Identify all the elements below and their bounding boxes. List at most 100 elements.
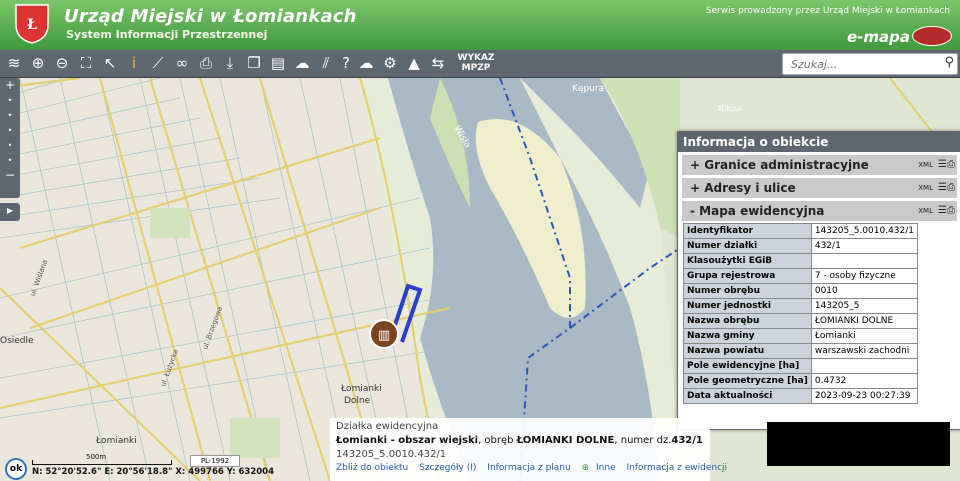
xml-link[interactable]: XML [918,178,933,198]
attr-key: Nazwa obrębu [683,313,812,329]
attr-key: Numer jednostki [683,298,812,314]
zoom-in-icon[interactable]: ⊕ [28,53,48,73]
settings-icon[interactable]: ⚙ [380,53,400,73]
attr-key: Grupa rejestrowa [683,268,812,284]
map-label-nikisa: Nikisa [718,104,743,113]
details-link[interactable]: Szczegóły (I) [419,463,476,473]
plus-circle-icon[interactable]: ⊕ [582,463,590,473]
parcel-number: 432/1 [671,435,703,446]
print-icon[interactable]: ⎙ [196,53,216,73]
section-granice[interactable]: + Granice administracyjne XML ☰⎙ [682,155,957,175]
app-header: Ł Urząd Miejski w Łomiankach System Info… [0,0,960,50]
search-input[interactable] [789,54,933,74]
attr-value: 2023-09-23 00:27:39 [810,388,919,404]
zoom-out-icon[interactable]: ⊖ [52,53,72,73]
table-row: Klasoużytki EGiB [683,253,919,269]
section-label: Mapa ewidencyjna [699,204,825,218]
attr-value: Łomianki [810,328,919,344]
precinct-name: ŁOMIANKI DOLNE [516,435,615,446]
table-row: Nazwa powiatu warszawski zachodni [683,343,919,359]
municipality-name: Łomianki - obszar wiejski [336,435,479,446]
zoom-level-dot[interactable]: • [0,153,20,168]
attr-value: ŁOMIANKI DOLNE [810,313,919,329]
zoom-out-button[interactable]: − [0,168,20,183]
info-icon[interactable]: i [124,53,144,73]
xml-link[interactable]: XML [918,155,933,175]
table-row: Identyfikator 143205_5.0010.432/1 [683,223,919,239]
copy-icon[interactable]: ❐ [244,53,264,73]
attr-key: Data aktualności [683,388,812,404]
list-print-icon[interactable]: ☰⎙ [938,155,955,175]
triangle-icon[interactable]: ▲ [404,53,424,73]
section-mapa-ewidencyjna[interactable]: - Mapa ewidencyjna XML ☰⎙ [682,201,957,221]
attr-value: 7 - osoby fizyczne [810,268,919,284]
zoom-to-object-link[interactable]: Zbliż do obiektu [336,463,408,473]
attr-key: Numer działki [683,238,812,254]
zoom-extent-icon[interactable]: ⛶ [76,53,96,73]
app-title: Urząd Miejski w Łomiankach [64,6,357,27]
crs-select[interactable]: PL-1992 [190,455,240,467]
xml-link[interactable]: XML [918,201,933,221]
share-icon[interactable]: ⇆ [428,53,448,73]
attr-value: 0.4732 [810,373,919,389]
list-print-icon[interactable]: ☰⎙ [938,201,955,221]
table-row: Pole ewidencyjne [ha] [683,358,919,374]
text-fragment: , obręb [478,435,517,446]
parcel-id: 143205_5.0010.432/1 [336,449,447,460]
download-icon[interactable]: ⤓ [220,53,240,73]
sidebar-expand-button[interactable]: ▸ [0,203,20,221]
plan-info-link[interactable]: Informacja z planu [487,463,570,473]
map-label-kepura: Kępura [572,84,605,94]
coordinates-readout: N: 52°20'52.6" E: 20°56'18.8" X: 499766 … [32,467,274,477]
registry-info-link[interactable]: Informacja z ewidencji [626,463,727,473]
comment-icon[interactable]: ☁ [292,53,312,73]
attr-value [810,358,919,374]
panel-title: Informacja o obiekcie [678,132,960,152]
attr-value: 0010 [810,283,919,299]
zoom-in-button[interactable]: + [0,78,20,93]
map-label-lomianki-dolne-1: Łomianki [341,384,382,394]
wykaz-mpzp-button[interactable]: WYKAZ MPZP [452,53,500,73]
parcel-type: Działka ewidencyjna [336,421,439,432]
attr-value: 143205_5.0010.432/1 [810,223,919,239]
attr-key: Numer obrębu [683,283,812,299]
emapa-brand[interactable]: e-mapa [847,28,910,46]
section-label: Adresy i ulice [704,181,796,195]
help-icon[interactable]: ? [336,53,356,73]
attr-key: Nazwa gminy [683,328,812,344]
hatch-icon[interactable]: ⫽ [316,53,336,73]
section-adresy[interactable]: + Adresy i ulice XML ☰⎙ [682,178,957,198]
zoom-level-dot[interactable]: • [0,108,20,123]
zoom-level-dot[interactable]: • [0,123,20,138]
attr-value [810,253,919,269]
ok-button[interactable]: ok [5,458,27,480]
layers-icon[interactable]: ≋ [4,53,24,73]
section-sign: + [690,181,701,195]
section-label: Granice administracyjne [704,158,869,172]
link-icon[interactable]: ∞ [172,53,192,73]
emapa-logo-icon[interactable] [912,26,952,46]
cloud-icon[interactable]: ☁ [356,53,376,73]
coat-of-arms-logo: Ł [15,4,49,44]
table-row: Grupa rejestrowa 7 - osoby fizyczne [683,268,919,284]
search-icon[interactable]: ⚲ [944,55,954,70]
measure-icon[interactable]: ⟋ [148,53,168,73]
zoom-level-dot[interactable]: • [0,93,20,108]
list-print-icon[interactable]: ☰⎙ [938,178,955,198]
infobox-links: Zbliż do obiektu Szczegóły (I) Informacj… [336,463,735,473]
svg-text:▥: ▥ [378,328,390,343]
map-label-lomianki-dolne-2: Dolne [344,396,371,406]
object-info-panel: Informacja o obiekcie + Granice administ… [677,131,960,430]
redacted-region [767,422,950,466]
section-sign: - [690,204,695,218]
attr-value: 432/1 [810,238,919,254]
svg-text:Ł: Ł [27,17,37,33]
other-link[interactable]: Inne [596,463,616,473]
attribute-table: Identyfikator 143205_5.0010.432/1 Numer d… [683,223,919,404]
zoom-level-dot[interactable]: • [0,138,20,153]
layout-icon[interactable]: ▤ [268,53,288,73]
search-box: ⚲ [782,53,958,75]
select-icon[interactable]: ↖ [100,53,120,73]
attr-value: warszawski zachodni [810,343,919,359]
attr-key: Identyfikator [683,223,812,239]
